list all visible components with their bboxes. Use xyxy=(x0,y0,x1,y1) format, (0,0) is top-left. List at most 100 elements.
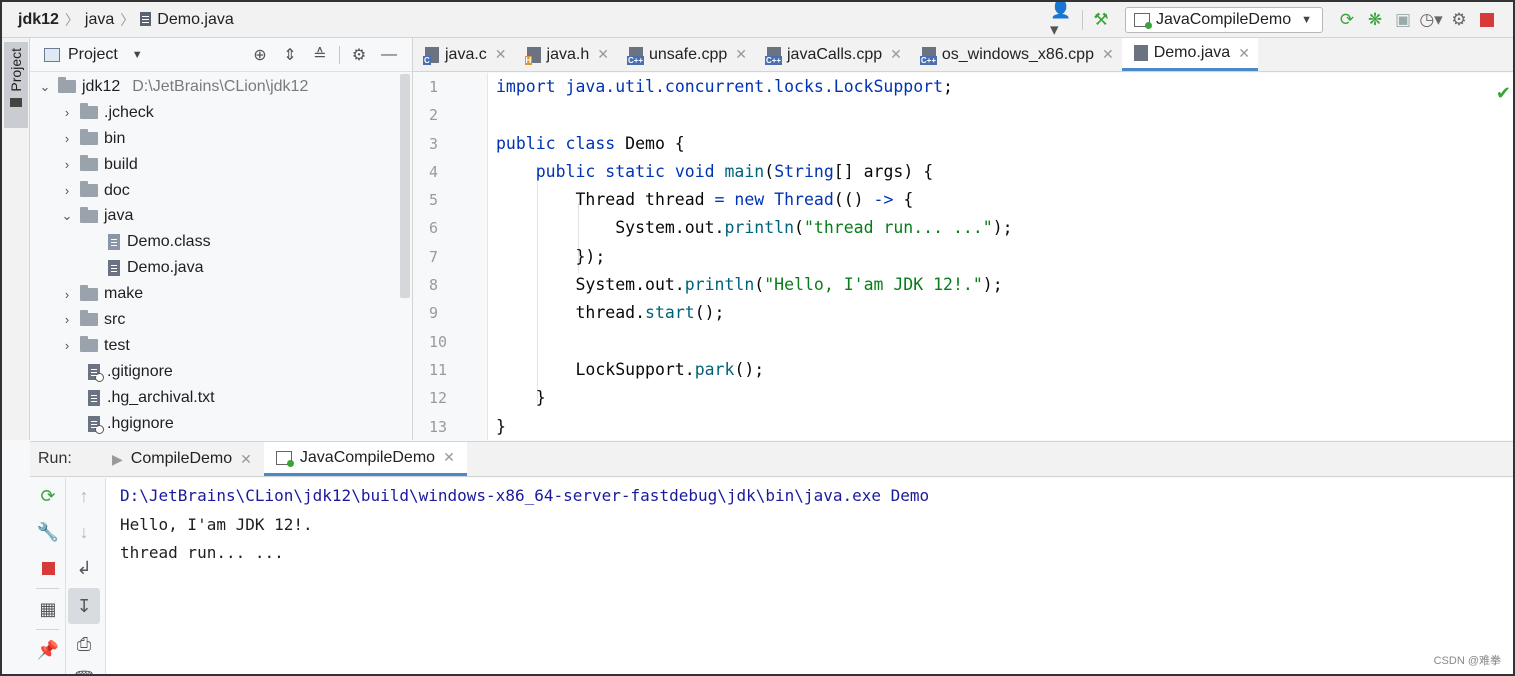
gear-icon[interactable]: ⚙ xyxy=(344,44,374,66)
tab-unsafe-cpp[interactable]: C++ unsafe.cpp ✕ xyxy=(617,38,755,71)
line-number: 6 xyxy=(429,219,439,238)
tree-item[interactable]: › src xyxy=(30,307,413,333)
build-hammer-icon[interactable]: ⚒ xyxy=(1087,6,1115,34)
close-icon[interactable]: ✕ xyxy=(735,46,747,63)
project-scrollbar[interactable] xyxy=(400,74,410,298)
chevron-right-icon[interactable]: › xyxy=(60,131,74,146)
project-view-select[interactable]: Project xyxy=(68,46,118,64)
close-icon[interactable]: ✕ xyxy=(890,46,902,63)
tab-java-c[interactable]: C java.c ✕ xyxy=(413,38,515,71)
stop-icon[interactable] xyxy=(1473,6,1501,34)
line-number-gutter: 1 2 3 4 5 6 7 8 9 10 11 12 13 xyxy=(413,73,488,440)
close-icon[interactable]: ✕ xyxy=(597,46,609,63)
collapse-all-icon[interactable]: ≙ xyxy=(305,44,335,66)
tree-item-label: src xyxy=(104,310,126,328)
inspection-ok-check-icon[interactable]: ✔ xyxy=(1496,83,1511,104)
rerun-icon[interactable]: ⟳ xyxy=(30,478,66,514)
ignore-file-icon xyxy=(88,363,104,382)
code-line: import java.util.concurrent.locks.LockSu… xyxy=(496,77,953,96)
pin-icon[interactable]: 📌 xyxy=(30,632,66,668)
trash-icon[interactable]: 🗑 xyxy=(66,662,102,675)
tab-os-windows-x86-cpp[interactable]: C++ os_windows_x86.cpp ✕ xyxy=(910,38,1122,71)
close-icon[interactable]: ✕ xyxy=(1102,46,1114,63)
wrench-icon[interactable]: 🔧 xyxy=(30,514,66,550)
print-icon[interactable]: ⎙ xyxy=(66,626,102,662)
watermark: CSDN @难拳 xyxy=(1433,655,1501,667)
run-tab-compiledemo[interactable]: ▶ CompileDemo ✕ xyxy=(100,442,264,476)
code-line: public static void main(String[] args) { xyxy=(535,161,934,181)
project-panel-tools: ⊕ ⇕ ≙ ⚙ — xyxy=(245,44,404,66)
tab-demo-java[interactable]: Demo.java ✕ xyxy=(1121,38,1258,71)
close-icon[interactable]: ✕ xyxy=(443,449,455,466)
chevron-right-icon[interactable]: › xyxy=(60,183,74,198)
tree-item[interactable]: .hgignore xyxy=(30,411,413,437)
project-tool-tab[interactable]: Project xyxy=(4,42,28,128)
close-icon[interactable]: ✕ xyxy=(495,46,507,63)
chevron-right-icon[interactable]: › xyxy=(60,105,74,120)
left-tool-strip: Project xyxy=(2,38,30,440)
chevron-down-icon[interactable]: ▼ xyxy=(132,49,143,61)
play-icon: ▶ xyxy=(112,450,123,467)
stop-icon[interactable] xyxy=(30,550,66,586)
folder-icon xyxy=(10,97,22,107)
tree-item[interactable]: Demo.java xyxy=(30,255,413,281)
tree-item[interactable]: ⌄ java xyxy=(30,203,413,229)
close-icon[interactable]: ✕ xyxy=(240,451,252,468)
tree-item[interactable]: .hg_archival.txt xyxy=(30,385,413,411)
hide-panel-icon[interactable]: — xyxy=(374,44,404,66)
folder-icon xyxy=(80,155,98,172)
tree-item[interactable]: › build xyxy=(30,152,413,178)
tree-item[interactable]: › test xyxy=(30,333,413,359)
breadcrumb-file[interactable]: Demo.java xyxy=(136,11,237,29)
tab-javacalls-cpp[interactable]: C++ javaCalls.cpp ✕ xyxy=(755,38,910,71)
code-line: } xyxy=(496,416,506,436)
tree-item[interactable]: › doc xyxy=(30,178,413,204)
line-number: 5 xyxy=(429,191,439,210)
user-icon[interactable]: 👤▾ xyxy=(1050,2,1078,39)
run-tab-label: JavaCompileDemo xyxy=(299,448,436,466)
expand-all-icon[interactable]: ⇕ xyxy=(275,44,305,66)
debug-bug-icon[interactable]: ❋ xyxy=(1361,6,1389,34)
layout-icon[interactable]: ▦ xyxy=(30,591,66,627)
tree-item[interactable]: .gitignore xyxy=(30,359,413,385)
attach-debugger-icon[interactable]: ⚙ xyxy=(1445,6,1473,34)
tree-item[interactable]: Demo.class xyxy=(30,229,413,255)
close-icon[interactable]: ✕ xyxy=(1238,45,1250,62)
tree-item-label: bin xyxy=(104,129,126,147)
tree-item-label: Demo.java xyxy=(127,259,204,277)
breadcrumb-project[interactable]: jdk12 xyxy=(14,11,63,29)
class-file-icon xyxy=(108,234,120,251)
code-editor[interactable]: 1 2 3 4 5 6 7 8 9 10 11 12 13 import jav… xyxy=(413,73,1513,440)
profile-icon[interactable]: ◷▾ xyxy=(1417,6,1445,34)
arrow-up-icon[interactable]: ↑ xyxy=(66,478,102,514)
run-tab-javacompiledemo[interactable]: JavaCompileDemo ✕ xyxy=(263,442,467,476)
run-configuration-select[interactable]: JavaCompileDemo ▼ xyxy=(1124,7,1323,33)
folder-icon xyxy=(80,129,98,146)
tree-item[interactable]: › .jcheck xyxy=(30,100,413,126)
chevron-right-icon[interactable]: › xyxy=(60,157,74,172)
run-console[interactable]: D:\JetBrains\CLion\jdk12\build\windows-x… xyxy=(106,478,1513,674)
tree-item-label: Demo.class xyxy=(127,233,211,251)
tree-item[interactable]: › make xyxy=(30,281,413,307)
chevron-right-icon[interactable]: › xyxy=(60,312,74,327)
java-file-icon xyxy=(1133,45,1148,61)
chevron-right-icon[interactable]: › xyxy=(60,287,74,302)
tree-item[interactable]: › bin xyxy=(30,126,413,152)
locate-crosshair-icon[interactable]: ⊕ xyxy=(245,44,275,66)
folder-icon xyxy=(80,181,98,197)
soft-wrap-icon[interactable]: ↲ xyxy=(66,550,102,586)
rerun-icon[interactable]: ⟳ xyxy=(1333,6,1361,34)
chevron-right-icon[interactable]: › xyxy=(60,338,74,353)
chevron-down-icon[interactable]: ⌄ xyxy=(60,208,74,224)
coverage-icon[interactable]: ▣ xyxy=(1389,6,1417,34)
run-panel-header: Run: ▶ CompileDemo ✕ JavaCompileDemo ✕ xyxy=(30,441,1513,477)
scroll-to-end-icon[interactable]: ↧ xyxy=(68,588,100,624)
breadcrumb-folder[interactable]: java xyxy=(81,11,118,29)
tab-java-h[interactable]: H java.h ✕ xyxy=(515,38,617,71)
chevron-right-icon: 〉 xyxy=(120,11,135,28)
chevron-down-icon[interactable]: ⌄ xyxy=(38,79,52,95)
tree-root[interactable]: ⌄ jdk12 D:\JetBrains\CLion\jdk12 xyxy=(30,74,413,100)
chevron-down-icon: ▼ xyxy=(1301,14,1312,26)
arrow-down-icon[interactable]: ↓ xyxy=(66,514,102,550)
h-file-icon: H xyxy=(524,46,541,65)
